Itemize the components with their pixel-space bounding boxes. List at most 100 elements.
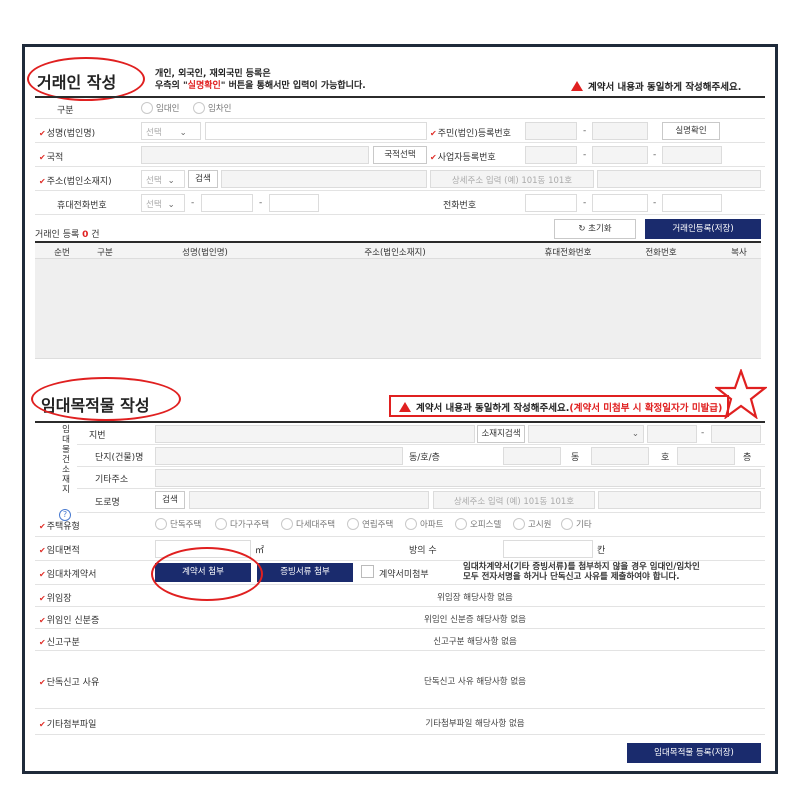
contract-label: 임대차계약서 <box>39 567 97 580</box>
name-select-value: 선택 <box>146 128 162 138</box>
other-address-label: 기타주소 <box>95 475 129 485</box>
no-contract-checkbox[interactable] <box>361 565 374 578</box>
location-search-button[interactable]: 소재지검색 <box>477 425 525 443</box>
dash: - <box>583 198 587 208</box>
lot-sub-number[interactable] <box>711 425 761 443</box>
ho-unit: 호 <box>661 453 670 463</box>
radio-tenant[interactable]: 임차인 <box>193 102 231 114</box>
verify-name-button[interactable]: 실명확인 <box>662 122 720 140</box>
lot-select[interactable]: ⌄ <box>528 425 644 443</box>
refresh-icon: ↻ <box>578 224 589 234</box>
radio-other[interactable]: 기타 <box>561 518 592 530</box>
th-mobile: 휴대전화번호 <box>544 248 592 258</box>
phone-input-1[interactable] <box>525 194 577 212</box>
reg-count-value: 0 <box>82 230 89 240</box>
radio-row-house[interactable]: 연립주택 <box>347 518 393 530</box>
phone-input-2[interactable] <box>592 194 648 212</box>
road-extra-input[interactable] <box>598 491 761 509</box>
other-file-value: 기타첨부파일 해당사항 없음 <box>425 719 525 729</box>
chevron-down-icon: ⌄ <box>631 429 639 439</box>
other-address-input[interactable] <box>155 469 761 487</box>
radio-officetel[interactable]: 오피스텔 <box>455 518 501 530</box>
nation-select-button[interactable]: 국적선택 <box>373 146 427 164</box>
dash: - <box>259 198 263 208</box>
radio-multi-household[interactable]: 다세대주택 <box>281 518 335 530</box>
mobile-select[interactable]: 선택 ⌄ <box>141 194 185 212</box>
floor-input[interactable] <box>677 447 735 465</box>
row-area <box>35 537 765 561</box>
address-detail-input[interactable]: 상세주소 입력 (예) 101동 101호 <box>430 170 594 188</box>
reg-count-label: 거래인 등록 <box>35 230 80 240</box>
radio-icon <box>561 518 573 530</box>
rrn-input-1[interactable] <box>525 122 577 140</box>
address-select[interactable]: 선택 ⌄ <box>141 170 185 188</box>
radio-detached[interactable]: 단독주택 <box>155 518 201 530</box>
address-select-value: 선택 <box>146 176 162 186</box>
proxy-label: 위임장 <box>39 591 72 604</box>
solo-reason-value: 단독신고 사유 해당사항 없음 <box>424 677 526 687</box>
road-label: 도로명 <box>95 498 120 508</box>
radio-tenant-label: 임차인 <box>208 104 232 114</box>
th-phone: 전화번호 <box>645 248 677 258</box>
proxy-id-value: 위임인 신분증 해당사항 없음 <box>424 615 526 625</box>
nation-input[interactable] <box>141 146 369 164</box>
name-select[interactable]: 선택 ⌄ <box>141 122 201 140</box>
bizno-input-2[interactable] <box>592 146 648 164</box>
evidence-attach-button[interactable]: 증빙서류 첨부 <box>257 563 353 582</box>
rooms-label: 방의 수 <box>409 546 437 556</box>
bizno-input-3[interactable] <box>662 146 722 164</box>
lot-input[interactable] <box>155 425 475 443</box>
solo-reason-label: 단독신고 사유 <box>39 675 100 688</box>
report-type-label: 신고구분 <box>39 635 80 648</box>
name-input[interactable] <box>205 122 427 140</box>
address-extra-input[interactable] <box>597 170 761 188</box>
rrn-label: 주민(법인)등록번호 <box>430 126 511 139</box>
area-unit: ㎡ <box>255 546 265 556</box>
section1-warning-text: 계약서 내용과 동일하게 작성해주세요. <box>588 82 742 93</box>
th-type: 구분 <box>97 248 113 258</box>
phone-label: 전화번호 <box>443 201 477 211</box>
radio-apartment-label: 아파트 <box>420 520 444 530</box>
reset-button[interactable]: ↻ 초기화 <box>554 219 636 239</box>
star-annotation-icon <box>715 369 767 419</box>
notice-line2: 우측의 "실명확인" 버튼을 통해서만 입력이 가능합니다. <box>155 80 366 92</box>
mobile-select-value: 선택 <box>146 200 162 210</box>
phone-input-3[interactable] <box>662 194 722 212</box>
bizno-input-1[interactable] <box>525 146 577 164</box>
radio-icon <box>215 518 227 530</box>
rooms-input[interactable] <box>503 540 593 558</box>
lot-main-number[interactable] <box>647 425 697 443</box>
rrn-input-2[interactable] <box>592 122 648 140</box>
save-dealer-button[interactable]: 거래인등록(저장) <box>645 219 761 239</box>
contract-attach-button[interactable]: 계약서 첨부 <box>155 563 251 582</box>
warning-icon <box>571 81 583 91</box>
notice-highlight: 실명확인 <box>187 81 221 91</box>
radio-landlord[interactable]: 임대인 <box>141 102 179 114</box>
radio-icon <box>513 518 525 530</box>
save-property-button[interactable]: 임대목적물 등록(저장) <box>627 743 761 763</box>
road-detail-input[interactable]: 상세주소 입력 (예) 101동 101호 <box>433 491 595 509</box>
dong-input[interactable] <box>503 447 561 465</box>
type-label: 구분 <box>57 106 74 116</box>
address-input[interactable] <box>221 170 427 188</box>
radio-multi-family[interactable]: 다가구주택 <box>215 518 269 530</box>
chevron-down-icon: ⌄ <box>167 200 175 210</box>
radio-other-label: 기타 <box>576 520 592 530</box>
th-copy: 복사 <box>731 248 747 258</box>
complex-input[interactable] <box>155 447 403 465</box>
mobile-input-3[interactable] <box>269 194 319 212</box>
address-search-button[interactable]: 검색 <box>188 170 218 188</box>
road-input[interactable] <box>189 491 429 509</box>
radio-goshiwon[interactable]: 고시원 <box>513 518 551 530</box>
bizno-label: 사업자등록번호 <box>430 150 496 163</box>
radio-icon <box>455 518 467 530</box>
radio-apartment[interactable]: 아파트 <box>405 518 443 530</box>
radio-icon <box>405 518 417 530</box>
section2-warning-text: 계약서 내용과 동일하게 작성해주세요. <box>416 403 570 414</box>
road-search-button[interactable]: 검색 <box>155 491 185 509</box>
location-side-label: 임대물건소재지 <box>62 425 70 495</box>
ho-input[interactable] <box>591 447 649 465</box>
radio-officetel-label: 오피스텔 <box>470 520 502 530</box>
mobile-input-2[interactable] <box>201 194 253 212</box>
area-input[interactable] <box>155 540 251 558</box>
